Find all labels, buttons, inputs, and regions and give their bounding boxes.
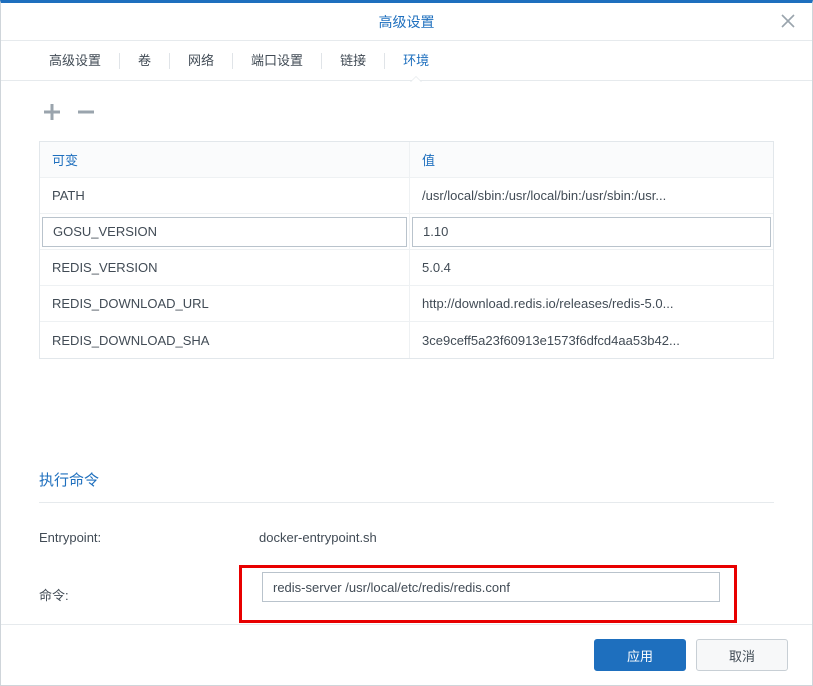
entrypoint-row: Entrypoint: docker-entrypoint.sh (39, 521, 774, 553)
env-key: REDIS_VERSION (40, 250, 410, 285)
env-val: /usr/local/sbin:/usr/local/bin:/usr/sbin… (410, 178, 773, 213)
table-row[interactable]: REDIS_VERSION 5.0.4 (40, 250, 773, 286)
env-key: REDIS_DOWNLOAD_URL (40, 286, 410, 321)
tab-links[interactable]: 链接 (322, 41, 384, 81)
table-row[interactable]: REDIS_DOWNLOAD_SHA 3ce9ceff5a23f60913e15… (40, 322, 773, 358)
table-row[interactable]: REDIS_DOWNLOAD_URL http://download.redis… (40, 286, 773, 322)
table-row[interactable] (40, 214, 773, 250)
highlight-annotation (239, 565, 737, 623)
cancel-button[interactable]: 取消 (696, 639, 788, 671)
env-val-input[interactable] (412, 217, 771, 247)
header-key[interactable]: 可变 (40, 142, 410, 177)
env-table: 可变 值 PATH /usr/local/sbin:/usr/local/bin… (39, 141, 774, 359)
tab-advanced[interactable]: 高级设置 (31, 41, 119, 81)
content-pane: 可变 值 PATH /usr/local/sbin:/usr/local/bin… (1, 81, 812, 624)
env-key-input[interactable] (42, 217, 407, 247)
env-key: PATH (40, 178, 410, 213)
divider (39, 502, 774, 503)
toolbar (39, 99, 774, 125)
env-key: REDIS_DOWNLOAD_SHA (40, 322, 410, 358)
exec-section: 执行命令 Entrypoint: docker-entrypoint.sh 命令… (39, 469, 774, 623)
tab-network[interactable]: 网络 (170, 41, 232, 81)
command-input[interactable] (262, 572, 720, 602)
title-bar: 高级设置 (1, 3, 812, 41)
tab-environment[interactable]: 环境 (385, 41, 447, 81)
tab-bar: 高级设置 卷 网络 端口设置 链接 环境 (1, 41, 812, 81)
close-icon[interactable] (778, 11, 798, 31)
env-val: 5.0.4 (410, 250, 773, 285)
env-val: 3ce9ceff5a23f60913e1573f6dfcd4aa53b42... (410, 322, 773, 358)
entrypoint-value: docker-entrypoint.sh (259, 530, 774, 545)
header-val[interactable]: 值 (410, 142, 773, 177)
command-row: 命令: (39, 565, 774, 623)
command-label: 命令: (39, 585, 259, 604)
remove-icon[interactable] (73, 99, 99, 125)
apply-button[interactable]: 应用 (594, 639, 686, 671)
section-title: 执行命令 (39, 469, 774, 490)
table-header: 可变 值 (40, 142, 773, 178)
env-val: http://download.redis.io/releases/redis-… (410, 286, 773, 321)
add-icon[interactable] (39, 99, 65, 125)
tab-ports[interactable]: 端口设置 (233, 41, 321, 81)
entrypoint-label: Entrypoint: (39, 530, 259, 545)
dialog-title: 高级设置 (379, 12, 435, 32)
dialog-footer: 应用 取消 (1, 624, 812, 685)
table-row[interactable]: PATH /usr/local/sbin:/usr/local/bin:/usr… (40, 178, 773, 214)
tab-volume[interactable]: 卷 (120, 41, 169, 81)
